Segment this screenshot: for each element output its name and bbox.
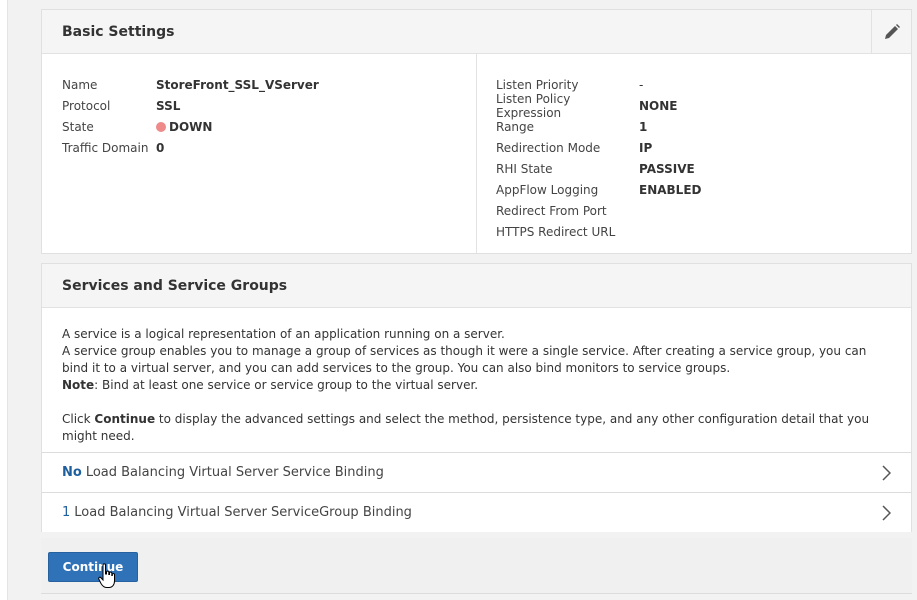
click-suffix: to display the advanced settings and sel… [62,412,870,443]
https-redirect-url-row: HTTPS Redirect URL [496,221,911,242]
appflow-logging-value: ENABLED [639,182,702,197]
appflow-logging-label: AppFlow Logging [496,182,599,197]
redirection-mode-label: Redirection Mode [496,140,601,155]
name-value: StoreFront_SSL_VServer [156,77,319,92]
pencil-icon [884,23,900,39]
redirect-from-port-row: Redirect From Port [496,200,911,221]
state-down-icon [156,121,166,132]
basic-settings-right-column: Listen Priority - Listen Policy Expressi… [477,54,911,253]
services-panel: Services and Service Groups A service is… [41,263,912,532]
service-binding-row[interactable]: No Load Balancing Virtual Server Service… [42,452,911,492]
continue-button[interactable]: Continue [48,552,138,582]
chevron-right-icon [882,505,891,521]
rhi-state-row: RHI State PASSIVE [496,158,911,179]
name-label: Name [62,77,98,92]
left-strip [0,0,8,600]
service-binding-count: No [62,465,82,480]
listen-policy-label: Listen Policy Expression [496,91,571,120]
services-note: Note: Bind at least one service or servi… [62,377,891,394]
services-header: Services and Service Groups [42,264,911,308]
state-label: State [62,119,94,134]
chevron-right-icon [882,465,891,481]
protocol-row: Protocol SSL [62,95,476,116]
listen-policy-value: NONE [639,98,678,113]
appflow-logging-row: AppFlow Logging ENABLED [496,179,911,200]
redirection-mode-value: IP [639,140,653,155]
click-continue-bold: Continue [94,412,156,426]
redirection-mode-row: Redirection Mode IP [496,137,911,158]
servicegroup-binding-row[interactable]: 1 Load Balancing Virtual Server ServiceG… [42,492,911,532]
hand-cursor-icon [98,563,115,588]
traffic-domain-label: Traffic Domain [62,140,149,155]
services-line-1: A service is a logical representation of… [62,327,505,341]
range-label: Range [496,119,535,134]
services-line-2: A service group enables you to manage a … [62,344,867,375]
basic-settings-left-column: Name StoreFront_SSL_VServer Protocol SSL… [42,54,477,253]
services-title: Services and Service Groups [62,277,288,294]
https-redirect-url-label: HTTPS Redirect URL [496,224,616,239]
range-value: 1 [639,119,648,134]
click-prefix: Click [62,412,95,426]
rhi-state-value: PASSIVE [639,161,695,176]
services-click-info: Click Continue to display the advanced s… [62,411,891,445]
redirect-from-port-label: Redirect From Port [496,203,607,218]
service-binding-label: Load Balancing Virtual Server Service Bi… [85,465,384,480]
edit-button[interactable] [871,10,911,53]
traffic-domain-row: Traffic Domain 0 [62,137,476,158]
range-row: Range 1 [496,116,911,137]
listen-priority-label: Listen Priority [496,77,579,92]
listen-priority-value: - [639,77,644,92]
servicegroup-binding-count: 1 [62,505,71,520]
name-row: Name StoreFront_SSL_VServer [62,74,476,95]
services-description: A service is a logical representation of… [42,308,911,452]
basic-settings-title: Basic Settings [62,23,175,40]
servicegroup-binding-label: Load Balancing Virtual Server ServiceGro… [74,505,412,520]
continue-area: Continue [41,538,912,594]
note-label: Note [62,378,95,392]
state-row: State DOWN [62,116,476,137]
traffic-domain-value: 0 [156,140,165,155]
note-text: : Bind at least one service or service g… [94,378,479,392]
basic-settings-panel: Basic Settings Name StoreFront_SSL_VServ… [41,9,912,254]
protocol-label: Protocol [62,98,111,113]
rhi-state-label: RHI State [496,161,553,176]
state-value: DOWN [169,119,213,134]
listen-policy-row: Listen Policy Expression NONE [496,92,911,120]
basic-settings-header: Basic Settings [42,10,911,54]
protocol-value: SSL [156,98,181,113]
